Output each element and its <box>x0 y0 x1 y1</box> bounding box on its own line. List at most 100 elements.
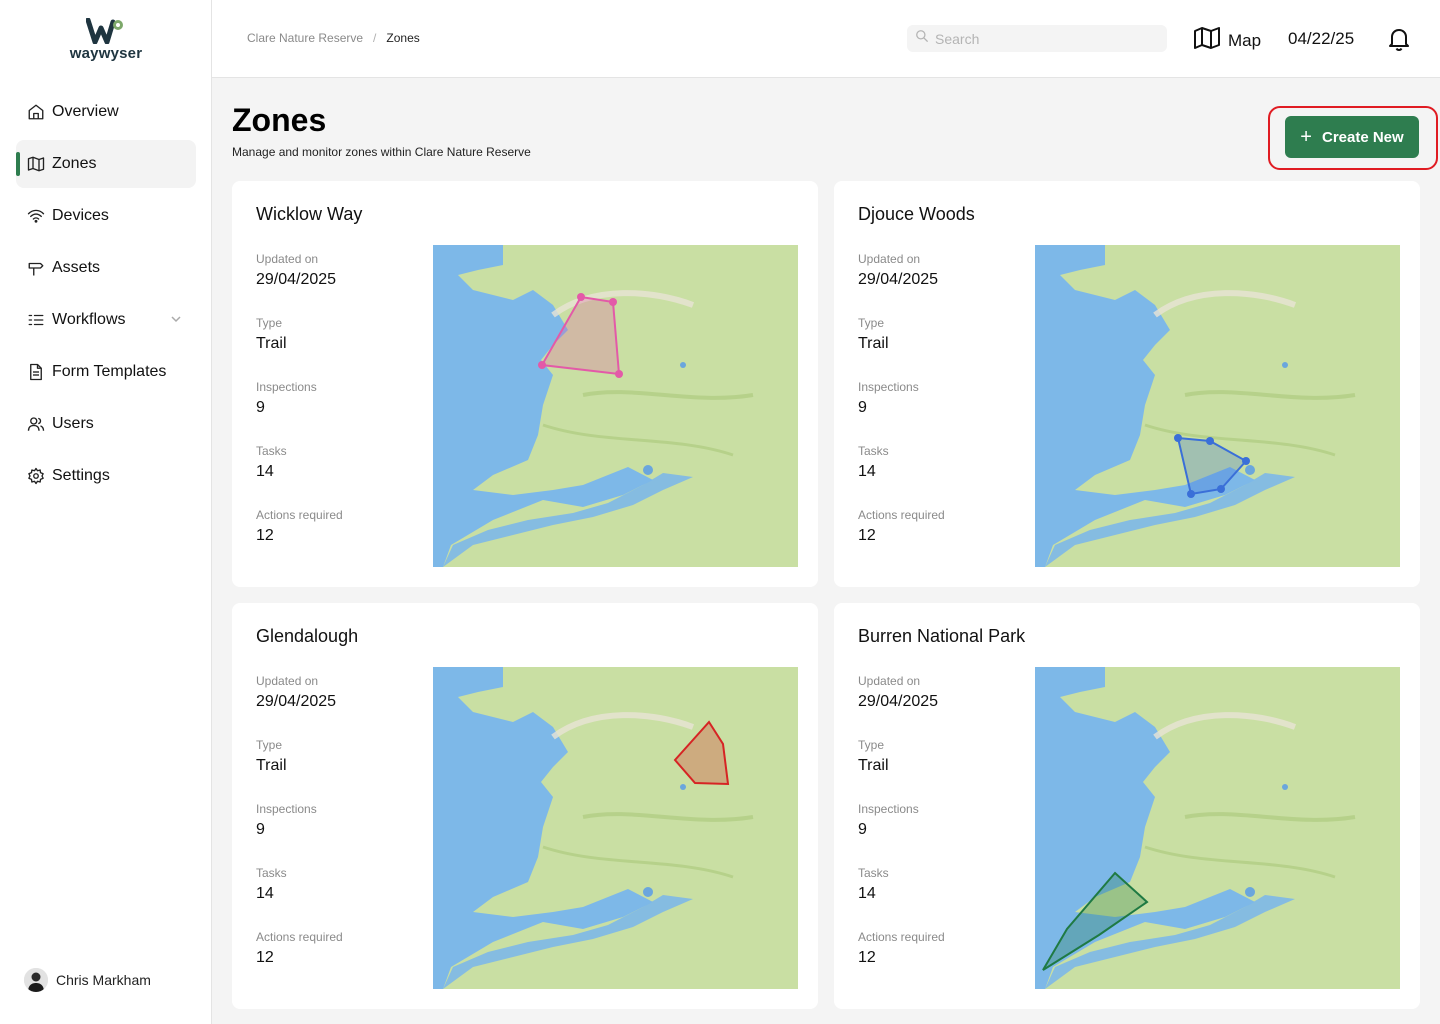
avatar <box>24 968 48 992</box>
zone-name[interactable]: Glendalough <box>256 626 358 647</box>
field-value-inspections: 9 <box>256 821 265 838</box>
chevron-down-icon[interactable] <box>170 312 182 330</box>
field-value-actions: 12 <box>858 527 876 544</box>
field-label-updated: Updated on <box>858 674 921 688</box>
map-label: Map <box>1228 30 1262 50</box>
document-icon <box>26 362 46 382</box>
list-icon <box>26 310 46 330</box>
field-label-inspections: Inspections <box>858 802 919 816</box>
field-label-actions: Actions required <box>858 930 945 944</box>
field-value-actions: 12 <box>256 527 274 544</box>
sidebar-item-devices[interactable]: Devices <box>16 192 196 240</box>
user-profile[interactable]: Chris Markham <box>24 968 151 992</box>
sidebar-item-label: Users <box>52 415 94 432</box>
field-value-actions: 12 <box>858 949 876 966</box>
sidebar-item-label: Settings <box>52 467 110 484</box>
sidebar-item-zones[interactable]: Zones <box>16 140 196 188</box>
field-label-inspections: Inspections <box>858 380 919 394</box>
field-value-updated: 29/04/2025 <box>256 271 337 288</box>
field-label-inspections: Inspections <box>256 380 317 394</box>
zone-card[interactable]: Burren National Park Updated on 29/04/2025… <box>834 603 1420 1009</box>
sidebar: waywyser Overview Zones Devices Assets W… <box>0 0 212 1024</box>
top-header: Clare Nature Reserve / Zones Map 04/22/2… <box>212 0 1440 78</box>
wifi-icon <box>26 206 46 226</box>
search-icon <box>915 29 929 48</box>
page-title: Zones <box>232 102 327 138</box>
map-icon <box>26 154 46 174</box>
field-value-type: Trail <box>256 757 287 774</box>
main-nav: Overview Zones Devices Assets Workflows <box>16 88 196 504</box>
zone-name[interactable]: Burren National Park <box>858 626 1025 647</box>
zone-card[interactable]: Glendalough Updated on 29/04/2025 Type Trail… <box>232 603 818 1009</box>
zone-card[interactable]: Djouce Woods Updated on 29/04/2025 Type Trai… <box>834 181 1420 587</box>
field-value-tasks: 14 <box>256 885 274 902</box>
zone-map[interactable] <box>1035 245 1400 567</box>
signpost-icon <box>26 258 46 278</box>
field-value-inspections: 9 <box>858 821 867 838</box>
map-view-button[interactable]: Map <box>1194 26 1261 55</box>
field-label-updated: Updated on <box>256 674 319 688</box>
notifications-button[interactable] <box>1388 27 1410 56</box>
breadcrumb-separator: / <box>373 31 377 45</box>
zone-name[interactable]: Wicklow Way <box>256 204 362 225</box>
create-new-label: Create New <box>1321 128 1404 146</box>
field-value-inspections: 9 <box>256 399 265 416</box>
plus-icon: + <box>1300 126 1312 148</box>
sidebar-item-label: Form Templates <box>52 363 167 380</box>
sidebar-item-label: Devices <box>52 207 109 224</box>
logo-mark-icon <box>86 18 123 44</box>
zone-map[interactable] <box>433 667 798 989</box>
field-label-actions: Actions required <box>858 508 945 522</box>
zone-map[interactable] <box>1035 667 1400 989</box>
create-new-button[interactable]: + Create New <box>1285 116 1419 158</box>
field-label-tasks: Tasks <box>256 444 287 458</box>
field-label-type: Type <box>256 738 283 752</box>
sidebar-item-label: Assets <box>52 259 101 276</box>
field-label-actions: Actions required <box>256 508 343 522</box>
field-value-type: Trail <box>858 335 889 352</box>
sidebar-item-label: Workflows <box>52 311 126 328</box>
field-value-type: Trail <box>858 757 889 774</box>
bell-icon <box>1388 29 1410 55</box>
field-value-updated: 29/04/2025 <box>858 693 939 710</box>
sidebar-item-form-templates[interactable]: Form Templates <box>16 348 196 396</box>
field-value-tasks: 14 <box>858 885 876 902</box>
zone-map[interactable] <box>433 245 798 567</box>
field-value-inspections: 9 <box>858 399 867 416</box>
field-label-inspections: Inspections <box>256 802 317 816</box>
zone-card[interactable]: Wicklow Way Updated on 29/04/2025 Type Trail… <box>232 181 818 587</box>
field-label-tasks: Tasks <box>256 866 287 880</box>
field-value-actions: 12 <box>256 949 274 966</box>
search-input[interactable] <box>935 30 1155 47</box>
field-label-updated: Updated on <box>858 252 921 266</box>
zone-map-svg <box>1035 667 1400 989</box>
zone-name[interactable]: Djouce Woods <box>858 204 975 225</box>
breadcrumb-current: Zones <box>386 31 420 45</box>
sidebar-item-label: Overview <box>52 103 119 120</box>
users-icon <box>26 414 46 434</box>
user-name: Chris Markham <box>56 972 151 988</box>
sidebar-item-workflows[interactable]: Workflows <box>16 296 196 344</box>
zone-map-svg <box>433 245 798 567</box>
field-label-tasks: Tasks <box>858 866 889 880</box>
sidebar-item-settings[interactable]: Settings <box>16 452 196 500</box>
page-subtitle: Manage and monitor zones within Clare Na… <box>232 145 531 159</box>
search-box[interactable] <box>907 25 1167 52</box>
map-icon <box>1194 26 1228 55</box>
sidebar-item-assets[interactable]: Assets <box>16 244 196 292</box>
field-value-tasks: 14 <box>858 463 876 480</box>
field-label-updated: Updated on <box>256 252 319 266</box>
field-label-type: Type <box>256 316 283 330</box>
field-label-tasks: Tasks <box>858 444 889 458</box>
home-icon <box>26 102 46 122</box>
breadcrumb-item[interactable]: Clare Nature Reserve <box>247 31 363 45</box>
field-value-updated: 29/04/2025 <box>256 693 337 710</box>
logo-text: waywyser <box>69 45 143 62</box>
sidebar-item-users[interactable]: Users <box>16 400 196 448</box>
field-value-type: Trail <box>256 335 287 352</box>
field-label-actions: Actions required <box>256 930 343 944</box>
sidebar-item-overview[interactable]: Overview <box>16 88 196 136</box>
logo[interactable]: waywyser <box>64 18 148 68</box>
zone-map-svg <box>1035 245 1400 567</box>
field-label-type: Type <box>858 316 885 330</box>
